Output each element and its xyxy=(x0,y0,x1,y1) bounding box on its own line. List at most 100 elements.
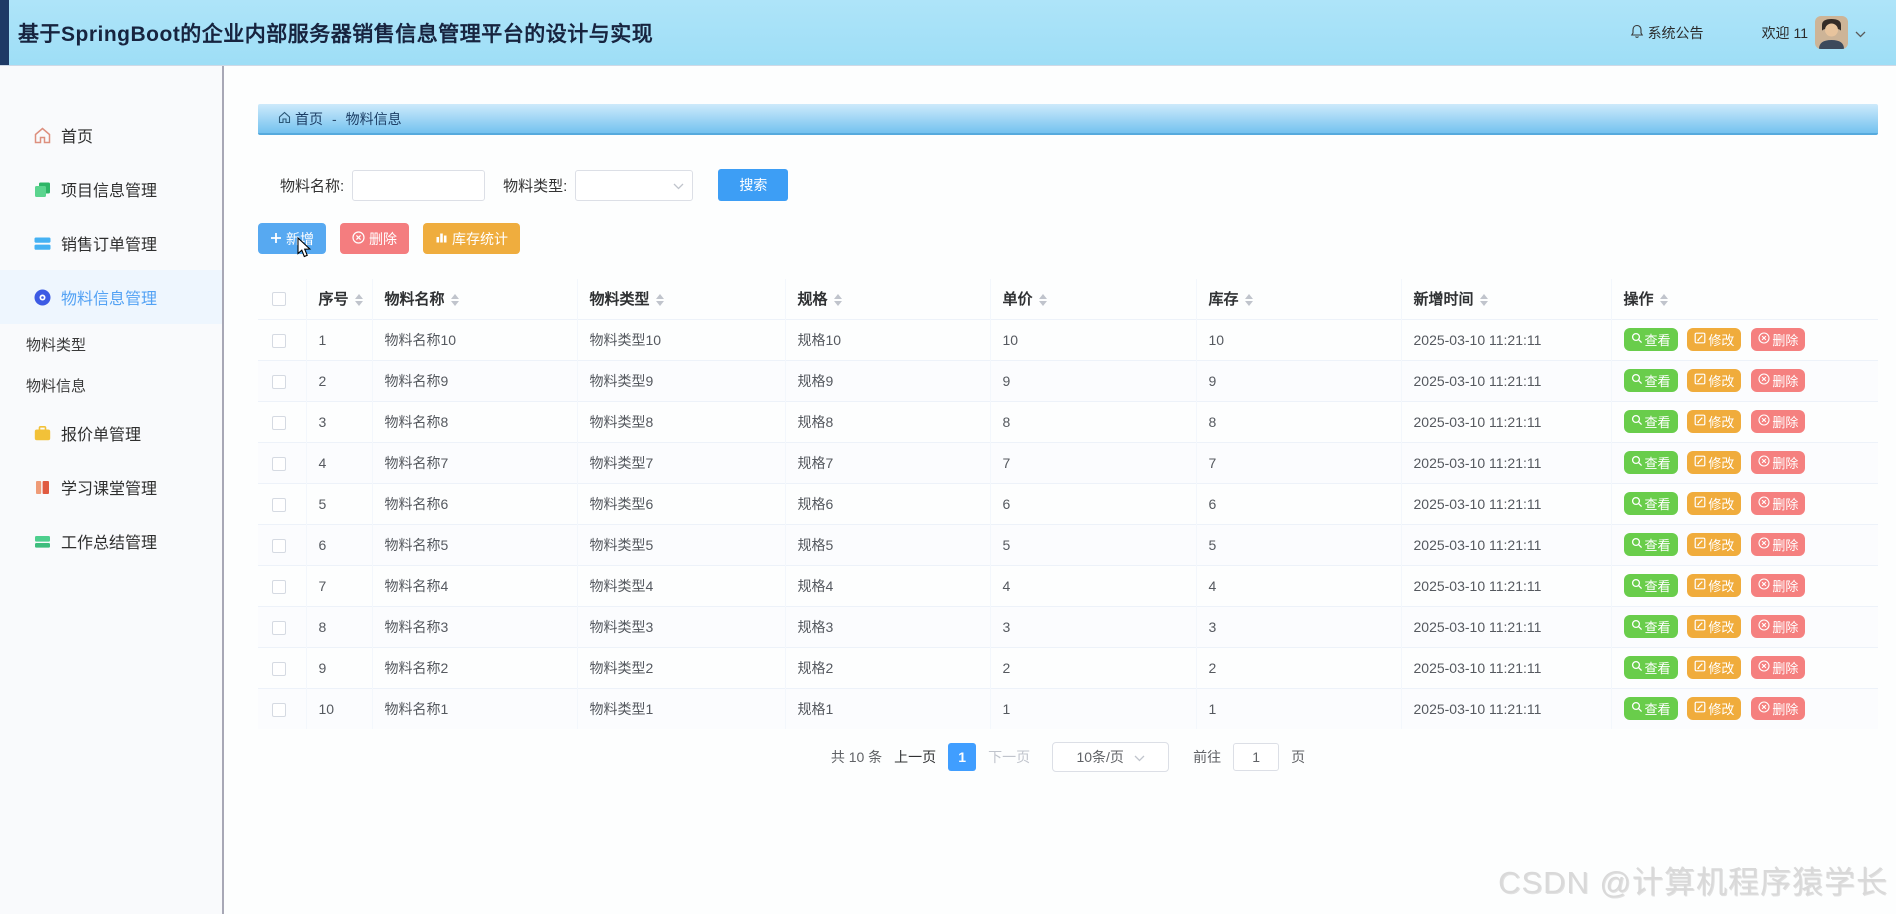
row-delete-button[interactable]: 删除 xyxy=(1751,410,1806,433)
edit-button[interactable]: 修改 xyxy=(1687,492,1742,515)
view-button[interactable]: 查看 xyxy=(1623,328,1678,351)
cell-no: 7 xyxy=(306,564,373,606)
cell-type: 物料类型4 xyxy=(577,564,786,606)
pagination-page-1[interactable]: 1 xyxy=(948,743,977,771)
select-all-checkbox[interactable] xyxy=(272,292,286,307)
magnifier-icon xyxy=(1631,414,1643,429)
sidebar-subitem-material-type[interactable]: 物料类型 xyxy=(0,324,222,365)
sidebar-item-project[interactable]: 项目信息管理 xyxy=(0,162,222,216)
system-notice-link[interactable]: 系统公告 xyxy=(1630,23,1704,43)
page-size-select[interactable]: 10条/页 xyxy=(1052,742,1170,772)
edit-button[interactable]: 修改 xyxy=(1687,533,1742,556)
goto-page-input[interactable] xyxy=(1233,743,1280,771)
edit-button[interactable]: 修改 xyxy=(1687,656,1742,679)
sidebar-item-learning[interactable]: 学习课堂管理 xyxy=(0,460,222,514)
table-header-cell[interactable]: 库存 xyxy=(1196,279,1402,319)
edit-button[interactable]: 修改 xyxy=(1687,451,1742,474)
table-header-cell[interactable]: 物料名称 xyxy=(372,279,578,319)
edit-button[interactable]: 修改 xyxy=(1687,697,1742,721)
edit-button[interactable]: 修改 xyxy=(1687,369,1742,392)
avatar[interactable] xyxy=(1815,16,1848,49)
row-delete-button[interactable]: 删除 xyxy=(1751,492,1806,515)
table-header-cell[interactable]: 规格 xyxy=(785,279,991,319)
add-button[interactable]: 新增 xyxy=(258,223,326,254)
sidebar-item-material[interactable]: 物料信息管理 xyxy=(0,270,222,324)
app-header: 基于SpringBoot的企业内部服务器销售信息管理平台的设计与实现 系统公告 … xyxy=(0,0,1896,66)
row-delete-button[interactable]: 删除 xyxy=(1751,328,1806,351)
row-delete-button[interactable]: 删除 xyxy=(1751,697,1806,721)
table-header-cell[interactable]: 操作 xyxy=(1611,279,1878,319)
view-button[interactable]: 查看 xyxy=(1623,533,1678,556)
search-button[interactable]: 搜索 xyxy=(718,169,789,201)
magnifier-icon xyxy=(1631,332,1643,347)
sort-icon[interactable] xyxy=(1244,294,1253,307)
material-name-input[interactable] xyxy=(352,169,486,201)
row-checkbox[interactable] xyxy=(272,333,286,348)
sort-icon[interactable] xyxy=(354,294,363,307)
cell-type: 物料类型6 xyxy=(577,482,786,524)
sort-icon[interactable] xyxy=(655,294,664,307)
toolbar: 新增 删除 库存统计 xyxy=(258,223,1878,254)
pagination-next[interactable]: 下一页 xyxy=(988,747,1030,767)
row-checkbox[interactable] xyxy=(272,374,286,389)
edit-icon xyxy=(1694,537,1706,552)
breadcrumb-home-link[interactable]: 首页 xyxy=(278,109,323,129)
edit-button[interactable]: 修改 xyxy=(1687,328,1742,351)
view-button[interactable]: 查看 xyxy=(1623,656,1678,679)
view-button[interactable]: 查看 xyxy=(1623,410,1678,433)
row-checkbox[interactable] xyxy=(272,415,286,430)
row-checkbox[interactable] xyxy=(272,620,286,635)
row-delete-button[interactable]: 删除 xyxy=(1751,451,1806,474)
edit-button[interactable]: 修改 xyxy=(1687,410,1742,433)
row-checkbox[interactable] xyxy=(272,538,286,553)
row-delete-button[interactable]: 删除 xyxy=(1751,615,1806,638)
stock-stats-button[interactable]: 库存统计 xyxy=(423,223,520,254)
row-checkbox[interactable] xyxy=(272,702,286,717)
pagination-prev[interactable]: 上一页 xyxy=(894,747,936,767)
row-checkbox[interactable] xyxy=(272,497,286,512)
breadcrumb-separator: - xyxy=(332,110,337,127)
edit-button[interactable]: 修改 xyxy=(1687,574,1742,597)
sort-icon[interactable] xyxy=(1038,294,1047,307)
sidebar-item-home[interactable]: 首页 xyxy=(0,108,222,162)
delete-button[interactable]: 删除 xyxy=(340,223,409,254)
table-header-cell[interactable]: 序号 xyxy=(306,279,373,319)
row-checkbox[interactable] xyxy=(272,456,286,471)
table-row: 9 物料名称2 物料类型2 规格2 2 2 2025-03-10 11:21:1… xyxy=(258,646,1878,688)
table-header-cell[interactable]: 物料类型 xyxy=(577,279,786,319)
row-delete-button[interactable]: 删除 xyxy=(1751,656,1806,679)
view-button[interactable]: 查看 xyxy=(1623,492,1678,515)
view-button[interactable]: 查看 xyxy=(1623,574,1678,597)
user-menu[interactable]: 欢迎 11 xyxy=(1762,16,1866,49)
sidebar-item-quotation[interactable]: 报价单管理 xyxy=(0,406,222,460)
sidebar-item-summary[interactable]: 工作总结管理 xyxy=(0,514,222,568)
edit-button[interactable]: 修改 xyxy=(1687,615,1742,638)
table-header-cell[interactable]: 单价 xyxy=(990,279,1197,319)
sort-icon[interactable] xyxy=(833,294,842,307)
cell-stock: 7 xyxy=(1196,441,1402,483)
row-delete-button[interactable]: 删除 xyxy=(1751,369,1806,392)
row-checkbox[interactable] xyxy=(272,579,286,594)
cell-name: 物料名称3 xyxy=(372,605,578,647)
table-row: 3 物料名称8 物料类型8 规格8 8 8 2025-03-10 11:21:1… xyxy=(258,400,1878,442)
row-delete-button[interactable]: 删除 xyxy=(1751,574,1806,597)
view-button[interactable]: 查看 xyxy=(1623,451,1678,474)
cell-time: 2025-03-10 11:21:11 xyxy=(1401,687,1612,729)
row-checkbox[interactable] xyxy=(272,661,286,676)
sort-icon[interactable] xyxy=(1659,294,1668,307)
view-button[interactable]: 查看 xyxy=(1623,697,1678,721)
header-accent-strip xyxy=(0,0,9,65)
row-delete-button[interactable]: 删除 xyxy=(1751,533,1806,556)
sort-icon[interactable] xyxy=(450,294,459,307)
sidebar-subitem-material-info[interactable]: 物料信息 xyxy=(0,365,222,406)
table-body: 1 物料名称10 物料类型10 规格10 10 10 2025-03-10 11… xyxy=(258,318,1878,729)
magnifier-icon xyxy=(1631,578,1643,593)
view-button[interactable]: 查看 xyxy=(1623,615,1678,638)
sidebar-item-sales-order[interactable]: 销售订单管理 xyxy=(0,216,222,270)
view-button[interactable]: 查看 xyxy=(1623,369,1678,392)
material-type-select[interactable] xyxy=(575,169,694,201)
plus-icon xyxy=(270,231,282,247)
table-header-cell[interactable]: 新增时间 xyxy=(1401,279,1612,319)
sort-icon[interactable] xyxy=(1479,294,1488,307)
circle-x-icon xyxy=(352,230,365,247)
